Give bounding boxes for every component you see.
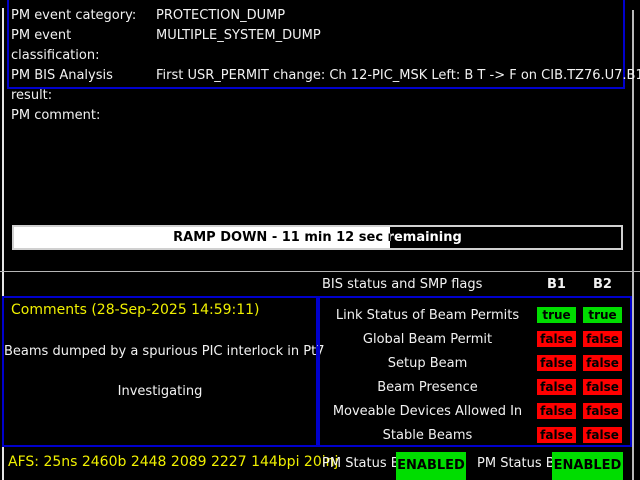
pm-info-row: PM event category: PROTECTION_DUMP bbox=[11, 6, 623, 26]
bis-row: Setup Beam false false bbox=[320, 351, 630, 375]
bis-b1-status-badge: false bbox=[537, 355, 576, 371]
bis-b1-status-badge: false bbox=[537, 379, 576, 395]
bis-column-header-b2: B2 bbox=[583, 277, 622, 292]
pm-status-b2-badge: ENABLED bbox=[552, 452, 623, 480]
pm-comment-value bbox=[156, 106, 623, 126]
pm-bis-analysis-label: PM BIS Analysis result: bbox=[11, 66, 156, 106]
pm-comment-label: PM comment: bbox=[11, 106, 156, 126]
pm-event-category-value: PROTECTION_DUMP bbox=[156, 6, 623, 26]
bis-row-label: Setup Beam bbox=[320, 356, 535, 371]
pm-info-row: PM BIS Analysis result: First USR_PERMIT… bbox=[11, 66, 623, 106]
pm-info-row: PM event classification: MULTIPLE_SYSTEM… bbox=[11, 26, 623, 66]
pm-status-b2-label: PM Status B2 bbox=[477, 456, 563, 471]
bis-b2-status-badge: false bbox=[583, 403, 622, 419]
comment-line: Beams dumped by a spurious PIC interlock… bbox=[4, 344, 316, 359]
bis-b1-status-badge: false bbox=[537, 403, 576, 419]
bis-row-label: Stable Beams bbox=[320, 428, 535, 443]
bis-row: Link Status of Beam Permits true true bbox=[320, 303, 630, 327]
bis-b2-status-badge: false bbox=[583, 427, 622, 443]
pm-event-classification-label: PM event classification: bbox=[11, 26, 156, 66]
pm-bis-analysis-value: First USR_PERMIT change: Ch 12-PIC_MSK L… bbox=[156, 66, 640, 106]
pm-event-classification-value: MULTIPLE_SYSTEM_DUMP bbox=[156, 26, 623, 66]
lhc-page1-screen: PM event category: PROTECTION_DUMP PM ev… bbox=[0, 0, 640, 480]
bis-b2-status-badge: true bbox=[583, 307, 622, 323]
bis-row-label: Link Status of Beam Permits bbox=[320, 308, 535, 323]
bis-b2-status-badge: false bbox=[583, 355, 622, 371]
bis-row: Beam Presence false false bbox=[320, 375, 630, 399]
bis-b1-status-badge: false bbox=[537, 331, 576, 347]
bis-row: Global Beam Permit false false bbox=[320, 327, 630, 351]
bis-row: Moveable Devices Allowed In false false bbox=[320, 399, 630, 423]
section-separator-line bbox=[0, 271, 640, 272]
bis-b1-status-badge: false bbox=[537, 427, 576, 443]
comments-title: Comments (28-Sep-2025 14:59:11) bbox=[11, 302, 260, 318]
bis-column-header-b1: B1 bbox=[537, 277, 576, 292]
comment-line: Investigating bbox=[4, 384, 316, 399]
bis-row-label: Beam Presence bbox=[320, 380, 535, 395]
bis-b2-status-badge: false bbox=[583, 379, 622, 395]
pm-event-category-label: PM event category: bbox=[11, 6, 156, 26]
comments-panel: Comments (28-Sep-2025 14:59:11) Beams du… bbox=[2, 296, 318, 447]
bis-status-panel: Link Status of Beam Permits true true Gl… bbox=[318, 296, 632, 447]
bis-table-title: BIS status and SMP flags bbox=[322, 277, 482, 292]
afs-filling-scheme: AFS: 25ns 2460b 2448 2089 2227 144bpi 20… bbox=[8, 454, 338, 470]
pm-event-panel: PM event category: PROTECTION_DUMP PM ev… bbox=[7, 0, 625, 89]
pm-status-b1-badge: ENABLED bbox=[396, 452, 466, 480]
footer-bar: AFS: 25ns 2460b 2448 2089 2227 144bpi 20… bbox=[0, 450, 640, 480]
bis-row: Stable Beams false false bbox=[320, 423, 630, 447]
bis-b2-status-badge: false bbox=[583, 331, 622, 347]
bis-b1-status-badge: true bbox=[537, 307, 576, 323]
bis-row-label: Global Beam Permit bbox=[320, 332, 535, 347]
bis-row-label: Moveable Devices Allowed In bbox=[320, 404, 535, 419]
pm-info-row: PM comment: bbox=[11, 106, 623, 126]
ramp-progress-bar: RAMP DOWN - 11 min 12 sec remaining RAMP… bbox=[12, 225, 623, 250]
